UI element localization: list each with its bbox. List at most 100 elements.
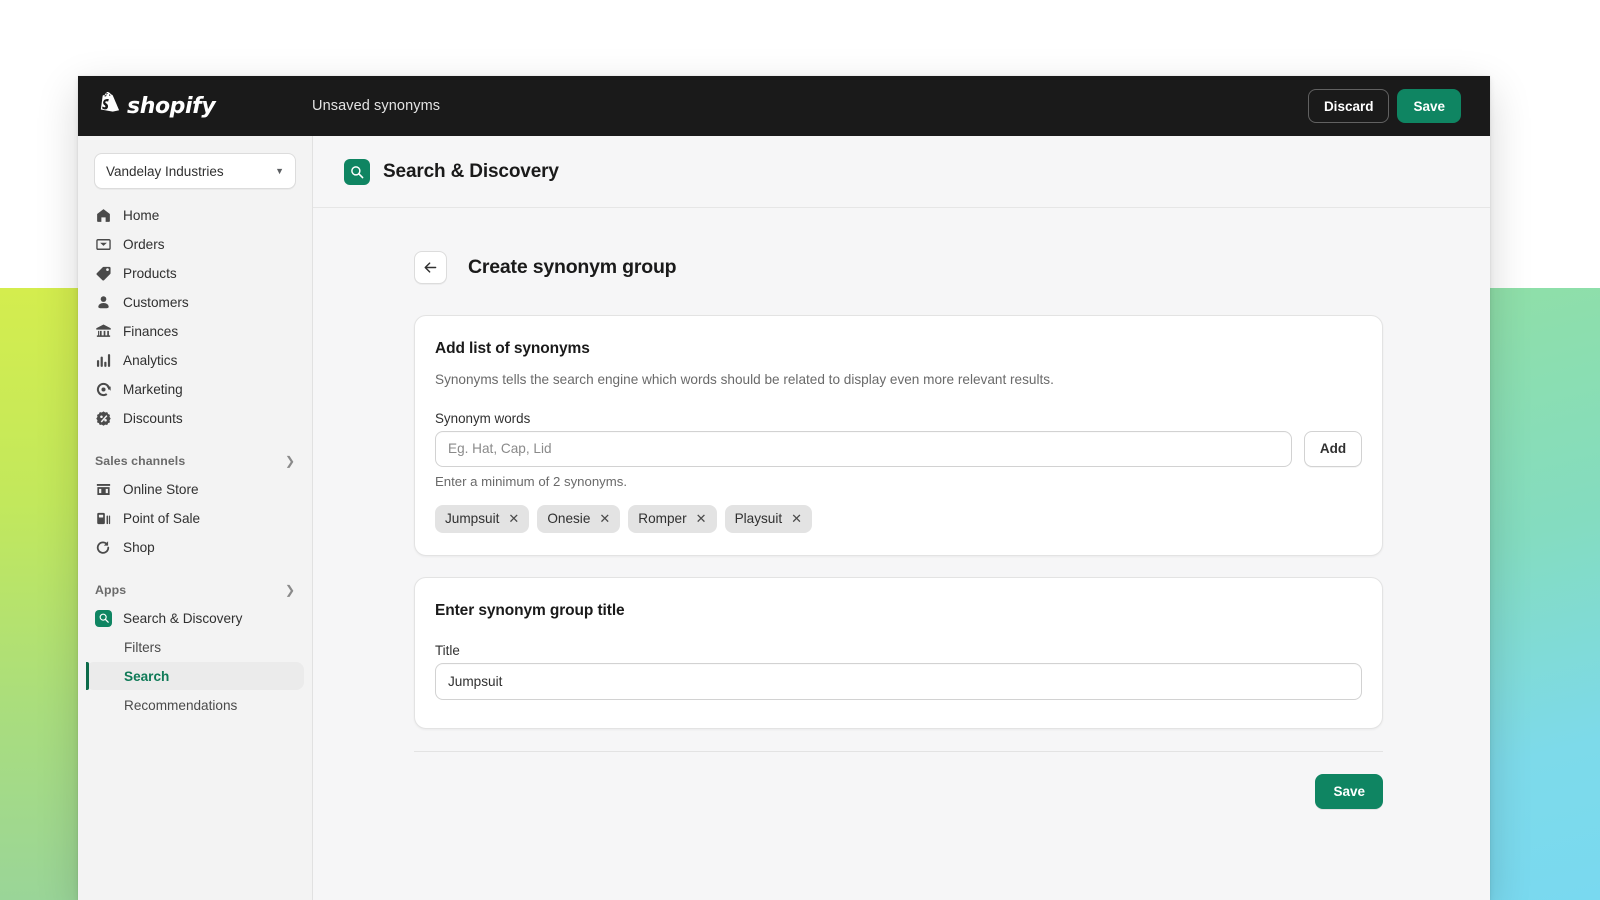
- close-icon[interactable]: ✕: [696, 512, 707, 525]
- sidebar-item-label: Shop: [123, 539, 155, 555]
- synonym-chip: Onesie ✕: [537, 504, 621, 533]
- synonyms-card: Add list of synonyms Synonyms tells the …: [414, 315, 1383, 556]
- save-button-top[interactable]: Save: [1397, 89, 1461, 123]
- chip-label: Romper: [638, 511, 687, 527]
- sidebar-item-label: Search & Discovery: [123, 610, 243, 626]
- main-content: Search & Discovery Create synonym group …: [313, 136, 1490, 900]
- shopify-bag-icon: [100, 92, 120, 112]
- content-area: Create synonym group Add list of synonym…: [313, 208, 1490, 809]
- sidebar-item-point-of-sale[interactable]: Point of Sale: [86, 504, 304, 532]
- sidebar-section-label: Apps: [95, 583, 127, 597]
- caret-down-icon: ▼: [275, 166, 284, 176]
- store-name-label: Vandelay Industries: [106, 163, 224, 179]
- magnifier-glyph: [99, 613, 109, 623]
- price-tag-icon: [96, 266, 111, 281]
- sidebar-item-label: Discounts: [123, 410, 183, 426]
- chip-label: Onesie: [547, 511, 591, 527]
- discount-percent-icon: [96, 410, 111, 426]
- sidebar-item-label: Customers: [123, 294, 189, 310]
- shop-bag-icon: [96, 540, 110, 554]
- title-card-heading: Enter synonym group title: [435, 601, 625, 619]
- app-window: shopify Unsaved synonyms Discard Save Va…: [78, 76, 1490, 900]
- sidebar-item-shop[interactable]: Shop: [86, 533, 304, 561]
- topbar-actions: Discard Save: [1307, 89, 1461, 123]
- sidebar-item-label: Orders: [123, 236, 165, 252]
- active-item-indicator: [86, 662, 89, 690]
- chevron-right-icon: ❯: [284, 583, 295, 597]
- shopify-logo[interactable]: shopify: [78, 92, 312, 120]
- synonym-words-label: Synonym words: [435, 410, 531, 426]
- close-icon[interactable]: ✕: [599, 512, 610, 525]
- chevron-right-icon: ❯: [284, 454, 295, 468]
- app-title: Search & Discovery: [383, 160, 559, 182]
- sidebar-subitem-search[interactable]: Search: [86, 662, 304, 690]
- store-switcher[interactable]: Vandelay Industries ▼: [94, 153, 296, 189]
- sidebar-item-analytics[interactable]: Analytics: [86, 346, 304, 374]
- sidebar: Vandelay Industries ▼ Home Orders Produc…: [78, 136, 313, 900]
- search-discovery-app-icon: [344, 158, 370, 185]
- sidebar-item-label: Finances: [123, 323, 179, 339]
- synonyms-card-heading: Add list of synonyms: [435, 340, 590, 357]
- sidebar-section-sales-channels[interactable]: Sales channels ❯: [86, 447, 304, 475]
- sidebar-subitem-recommendations[interactable]: Recommendations: [86, 691, 304, 719]
- sidebar-item-finances[interactable]: Finances: [86, 317, 304, 345]
- app-header: Search & Discovery: [313, 136, 1490, 208]
- chip-label: Playsuit: [734, 511, 783, 527]
- background-gradient-right: [1490, 288, 1600, 900]
- sidebar-subitem-search-wrapper: Search: [86, 662, 304, 690]
- magnifier-glyph: [351, 165, 364, 178]
- sidebar-subitem-label: Recommendations: [124, 697, 238, 713]
- person-icon: [98, 295, 109, 308]
- discard-button[interactable]: Discard: [1307, 89, 1390, 123]
- footer-actions: Save: [414, 750, 1383, 809]
- sidebar-subitem-filters[interactable]: Filters: [86, 633, 304, 661]
- synonym-words-input[interactable]: [435, 430, 1292, 467]
- sidebar-item-products[interactable]: Products: [86, 259, 304, 287]
- sidebar-item-label: Analytics: [123, 352, 178, 368]
- sidebar-item-customers[interactable]: Customers: [86, 288, 304, 316]
- sidebar-item-label: Marketing: [123, 381, 183, 397]
- search-discovery-app-icon: [95, 609, 112, 627]
- back-button[interactable]: [414, 251, 447, 284]
- page-title: Create synonym group: [468, 256, 677, 278]
- close-icon[interactable]: ✕: [791, 512, 802, 525]
- sidebar-item-label: Home: [123, 207, 160, 223]
- bar-chart-icon: [96, 353, 111, 367]
- title-field-label: Title: [435, 642, 460, 658]
- synonym-help-text: Enter a minimum of 2 synonyms.: [435, 473, 628, 489]
- synonym-chip-list: Jumpsuit ✕ Onesie ✕ Romper ✕ Playsuit ✕: [435, 504, 1362, 533]
- title-card: Enter synonym group title Title: [414, 576, 1383, 729]
- shopify-wordmark: shopify: [127, 93, 216, 119]
- sidebar-item-discounts[interactable]: Discounts: [86, 404, 304, 432]
- sidebar-item-marketing[interactable]: Marketing: [86, 375, 304, 403]
- sidebar-item-label: Products: [123, 265, 177, 281]
- sidebar-item-search-and-discovery[interactable]: Search & Discovery: [86, 604, 304, 632]
- synonym-chip: Romper ✕: [628, 504, 717, 533]
- save-button-bottom[interactable]: Save: [1315, 773, 1383, 809]
- add-synonym-button[interactable]: Add: [1304, 430, 1362, 467]
- sidebar-subitem-label: Filters: [124, 639, 162, 655]
- arrow-left-icon: [424, 262, 437, 273]
- sidebar-subitem-label: Search: [124, 668, 170, 684]
- sidebar-section-apps[interactable]: Apps ❯: [86, 576, 304, 604]
- page-header: Create synonym group: [313, 208, 1490, 284]
- orders-inbox-icon: [96, 238, 111, 250]
- top-bar: shopify Unsaved synonyms Discard Save: [78, 76, 1490, 136]
- sidebar-item-label: Point of Sale: [123, 510, 201, 526]
- sidebar-item-online-store[interactable]: Online Store: [86, 475, 304, 503]
- close-icon[interactable]: ✕: [508, 512, 519, 525]
- megaphone-target-icon: [96, 382, 111, 396]
- chip-label: Jumpsuit: [445, 511, 500, 527]
- synonym-chip: Jumpsuit ✕: [435, 504, 530, 533]
- home-icon: [97, 208, 110, 222]
- bank-icon: [96, 324, 111, 337]
- sidebar-item-home[interactable]: Home: [86, 201, 304, 229]
- sidebar-item-orders[interactable]: Orders: [86, 230, 304, 258]
- topbar-title: Unsaved synonyms: [312, 98, 441, 114]
- sidebar-section-label: Sales channels: [95, 454, 186, 468]
- sidebar-item-label: Online Store: [123, 481, 199, 497]
- pos-terminal-icon: [97, 512, 111, 524]
- synonym-input-row: Add: [435, 430, 1362, 467]
- synonyms-card-description: Synonyms tells the search engine which w…: [435, 372, 1054, 387]
- group-title-input[interactable]: [435, 662, 1362, 700]
